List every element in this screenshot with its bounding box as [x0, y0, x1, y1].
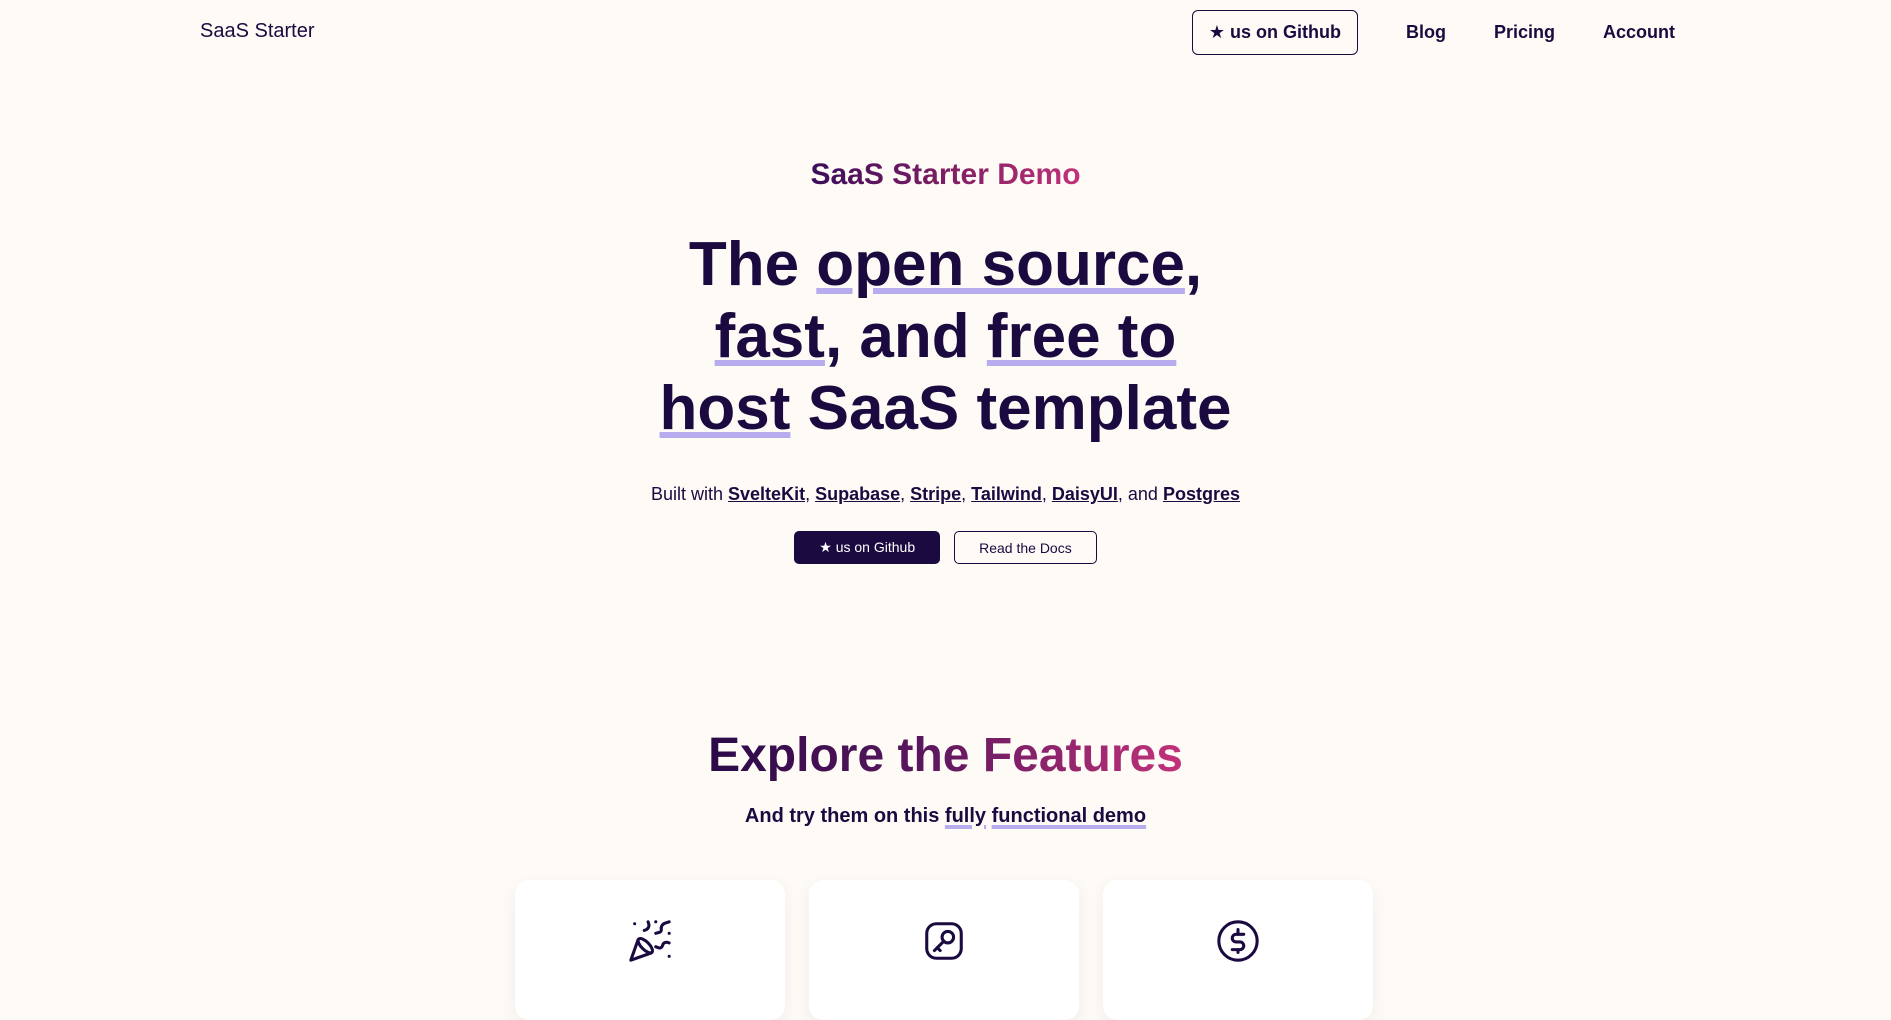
features-sub-prefix: And try them on this: [744, 805, 945, 827]
hero-title-underlined: fast: [714, 302, 825, 371]
tech-link-supabase[interactable]: Supabase: [815, 484, 900, 504]
nav-menu: ★ us on Github Blog Pricing Account: [1191, 10, 1675, 55]
features-sub-underlined: fully: [944, 805, 987, 827]
hero-title: The open source, fast, and free to host …: [0, 229, 1891, 445]
separator: ,: [961, 484, 972, 504]
hero-title-word: ,: [1184, 230, 1203, 299]
nav-github-button[interactable]: ★ us on Github: [1191, 10, 1358, 55]
hero-github-button[interactable]: ★ us on Github: [794, 531, 941, 564]
built-with-prefix: Built with: [651, 484, 729, 504]
separator: ,: [900, 484, 911, 504]
hero-buttons: ★ us on Github Read the Docs: [0, 531, 1891, 564]
nav-link-pricing[interactable]: Pricing: [1470, 10, 1579, 55]
hero-title-word: , and: [824, 302, 987, 371]
top-navbar: SaaS Starter ★ us on Github Blog Pricing…: [0, 0, 1891, 66]
nav-link-blog[interactable]: Blog: [1382, 10, 1470, 55]
key-icon: [925, 922, 963, 960]
features-title-part: Features: [982, 729, 1183, 782]
features-title: Explore the Features: [0, 728, 1891, 783]
feature-cards: [515, 880, 1373, 1020]
read-docs-button[interactable]: Read the Docs: [954, 531, 1097, 564]
separator: ,: [1041, 484, 1052, 504]
party-popper-icon: [629, 920, 671, 962]
tech-link-daisyui[interactable]: DaisyUI: [1052, 484, 1118, 504]
built-with-line: Built with SvelteKit, Supabase, Stripe , …: [0, 484, 1891, 505]
dollar-circle-icon: [1217, 920, 1259, 962]
features-sub-underlined: functional demo: [991, 805, 1147, 827]
brand-logo-link[interactable]: SaaS Starter: [200, 20, 315, 43]
feature-card[interactable]: [515, 880, 785, 1020]
tech-link-postgres[interactable]: Postgres: [1163, 484, 1240, 504]
hero-title-underlined: open source: [816, 230, 1185, 299]
feature-card[interactable]: [1103, 880, 1373, 1020]
features-title-part: Explore the: [708, 729, 983, 782]
tech-link-sveltekit[interactable]: SvelteKit: [728, 484, 805, 504]
hero-eyebrow-text: SaaS Starter Demo: [810, 158, 1081, 191]
feature-card[interactable]: [809, 880, 1079, 1020]
features-subtitle: And try them on this fully functional de…: [0, 805, 1891, 828]
tech-link-stripe[interactable]: Stripe: [910, 484, 961, 504]
nav-link-account[interactable]: Account: [1579, 10, 1675, 55]
hero-eyebrow: SaaS Starter Demo: [0, 158, 1891, 192]
hero-title-word: SaaS template: [790, 374, 1232, 443]
separator: , and: [1117, 484, 1163, 504]
hero-title-underlined: free to: [986, 302, 1177, 371]
tech-link-tailwind[interactable]: Tailwind: [971, 484, 1042, 504]
separator: ,: [805, 484, 816, 504]
hero-title-underlined: host: [659, 374, 791, 443]
hero-title-word: The: [688, 230, 817, 299]
